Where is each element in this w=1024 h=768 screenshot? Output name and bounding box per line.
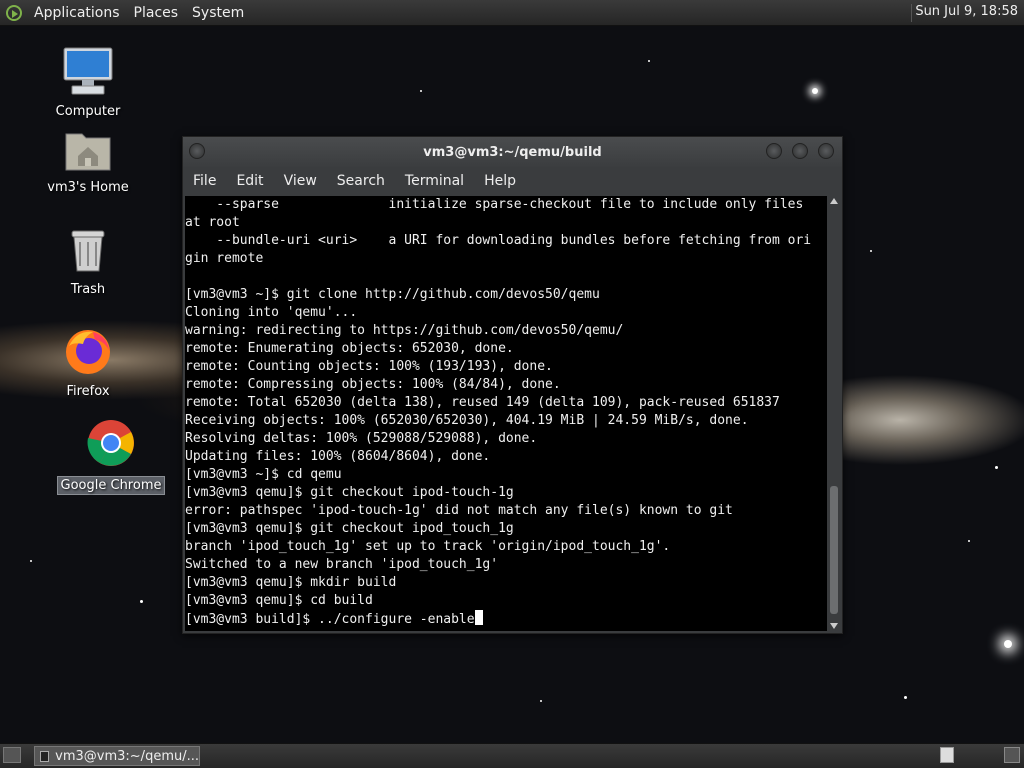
menu-help[interactable]: Help bbox=[474, 173, 526, 189]
desktop-icon-label: Google Chrome bbox=[56, 476, 166, 495]
terminal-line: remote: Enumerating objects: 652030, don… bbox=[185, 341, 514, 356]
terminal-line: remote: Total 652030 (delta 138), reused… bbox=[185, 395, 780, 410]
desktop-icon-computer[interactable]: Computer bbox=[33, 46, 143, 119]
window-title: vm3@vm3:~/qemu/build bbox=[423, 145, 602, 160]
window-menubar: File Edit View Search Terminal Help bbox=[183, 167, 842, 195]
computer-icon bbox=[63, 47, 113, 95]
desktop-icon-label: vm3's Home bbox=[47, 180, 129, 195]
terminal-icon bbox=[40, 750, 50, 762]
top-panel: Applications Places System Sun Jul 9, 18… bbox=[0, 0, 1024, 26]
prompt-text: [vm3@vm3 build]$ ../configure -enable bbox=[185, 612, 475, 627]
distro-logo-icon[interactable] bbox=[6, 4, 22, 21]
taskbar-item-label: vm3@vm3:~/qemu/... bbox=[55, 748, 199, 764]
menu-search[interactable]: Search bbox=[327, 173, 395, 189]
desktop-icon-home[interactable]: vm3's Home bbox=[33, 128, 143, 195]
star bbox=[904, 696, 907, 699]
desktop-icon-label: Firefox bbox=[66, 384, 110, 399]
desktop-icon-firefox[interactable]: Firefox bbox=[33, 326, 143, 399]
menu-places[interactable]: Places bbox=[130, 5, 183, 21]
show-desktop-icon[interactable] bbox=[3, 747, 21, 763]
star bbox=[420, 90, 422, 92]
desktop-icon-trash[interactable]: Trash bbox=[33, 228, 143, 297]
minimize-button[interactable] bbox=[766, 143, 782, 159]
terminal-lines: --sparse initialize sparse-checkout file… bbox=[185, 196, 827, 610]
terminal-output[interactable]: --sparse initialize sparse-checkout file… bbox=[185, 196, 827, 631]
scrollbar-thumb[interactable] bbox=[830, 486, 838, 614]
menu-applications[interactable]: Applications bbox=[30, 5, 124, 21]
window-titlebar[interactable]: vm3@vm3:~/qemu/build bbox=[183, 137, 842, 167]
terminal-line: [vm3@vm3 qemu]$ mkdir build bbox=[185, 575, 397, 590]
star bbox=[995, 466, 998, 469]
terminal-line: Receiving objects: 100% (652030/652030),… bbox=[185, 413, 749, 428]
star bbox=[140, 600, 143, 603]
terminal-line: [vm3@vm3 ~]$ git clone http://github.com… bbox=[185, 287, 600, 302]
terminal-line: --bundle-uri <uri> a URI for downloading… bbox=[185, 233, 812, 248]
menu-system[interactable]: System bbox=[188, 5, 248, 21]
star bbox=[812, 88, 818, 94]
terminal-line: [vm3@vm3 qemu]$ cd build bbox=[185, 593, 373, 608]
home-folder-icon bbox=[65, 133, 111, 171]
maximize-button[interactable] bbox=[792, 143, 808, 159]
menu-edit[interactable]: Edit bbox=[226, 173, 273, 189]
terminal-line: remote: Counting objects: 100% (193/193)… bbox=[185, 359, 553, 374]
scroll-up-arrow-icon[interactable] bbox=[830, 198, 838, 204]
terminal-line: [vm3@vm3 ~]$ cd qemu bbox=[185, 467, 342, 482]
firefox-icon bbox=[66, 330, 110, 374]
terminal-cursor bbox=[474, 610, 483, 625]
terminal-line: at root bbox=[185, 215, 240, 230]
desktop-icon-label: Computer bbox=[55, 104, 121, 119]
terminal-line: branch 'ipod_touch_1g' set up to track '… bbox=[185, 539, 671, 554]
menu-view[interactable]: View bbox=[274, 173, 327, 189]
terminal-line: Cloning into 'qemu'... bbox=[185, 305, 358, 320]
terminal-line: remote: Compressing objects: 100% (84/84… bbox=[185, 377, 561, 392]
menu-terminal[interactable]: Terminal bbox=[395, 173, 474, 189]
workspace-switcher[interactable] bbox=[940, 747, 954, 763]
terminal-line: error: pathspec 'ipod-touch-1g' did not … bbox=[185, 503, 733, 518]
taskbar-item-terminal[interactable]: vm3@vm3:~/qemu/... bbox=[34, 746, 200, 766]
close-button[interactable] bbox=[818, 143, 834, 159]
star bbox=[540, 700, 542, 702]
terminal-line: gin remote bbox=[185, 251, 264, 266]
star bbox=[648, 60, 650, 62]
terminal-scrollbar[interactable] bbox=[828, 196, 840, 631]
trash-icon bbox=[71, 230, 105, 272]
terminal-prompt-line[interactable]: [vm3@vm3 build]$ ../configure -enable bbox=[185, 610, 827, 628]
clock[interactable]: Sun Jul 9, 18:58 bbox=[915, 4, 1018, 19]
terminal-line: [vm3@vm3 qemu]$ git checkout ipod_touch_… bbox=[185, 521, 514, 536]
star bbox=[870, 250, 872, 252]
star bbox=[968, 540, 970, 542]
terminal-line: Switched to a new branch 'ipod_touch_1g' bbox=[185, 557, 499, 572]
trash-applet-icon[interactable] bbox=[1004, 747, 1020, 763]
star bbox=[1004, 640, 1012, 648]
panel-separator bbox=[911, 4, 912, 22]
menu-file[interactable]: File bbox=[183, 173, 226, 189]
terminal-line: [vm3@vm3 qemu]$ git checkout ipod-touch-… bbox=[185, 485, 514, 500]
scroll-down-arrow-icon[interactable] bbox=[830, 623, 838, 629]
terminal-line: Resolving deltas: 100% (529088/529088), … bbox=[185, 431, 538, 446]
desktop-icon-label: Trash bbox=[70, 282, 106, 297]
star bbox=[30, 560, 32, 562]
bottom-panel: vm3@vm3:~/qemu/... bbox=[0, 743, 1024, 768]
desktop-icon-chrome[interactable]: Google Chrome bbox=[56, 418, 166, 495]
terminal-line: warning: redirecting to https://github.c… bbox=[185, 323, 624, 338]
chrome-icon bbox=[87, 420, 134, 466]
terminal-window[interactable]: vm3@vm3:~/qemu/build File Edit View Sear… bbox=[182, 136, 843, 634]
terminal-line: --sparse initialize sparse-checkout file… bbox=[185, 197, 804, 212]
terminal-line: Updating files: 100% (8604/8604), done. bbox=[185, 449, 491, 464]
